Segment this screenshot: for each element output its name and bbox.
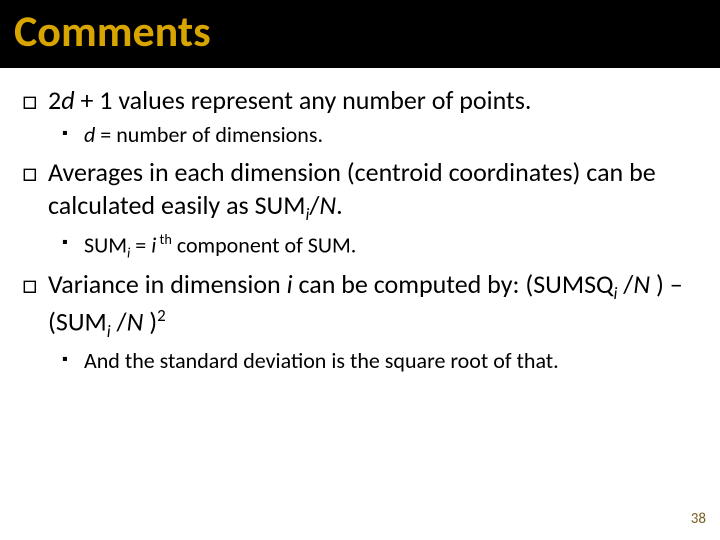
text-frag: ) — [143, 306, 157, 338]
text-frag: = number of dimensions. — [95, 121, 323, 148]
bullet-3: □ Variance in dimension i can be compute… — [22, 268, 698, 342]
square-bullet-icon: □ — [22, 156, 48, 226]
text-frag: / — [617, 268, 633, 300]
text-frag: + 1 values represent any number of point… — [75, 84, 532, 116]
slide-title: Comments — [14, 8, 706, 54]
bullet-1-text: 2d + 1 values represent any number of po… — [48, 84, 698, 117]
var-n: N — [127, 306, 144, 338]
text-frag: Variance in dimension — [48, 268, 287, 300]
square-bullet-icon: □ — [22, 84, 48, 117]
title-bar: Comments — [0, 0, 720, 68]
text-frag: . — [336, 189, 343, 221]
subbullet-3-text: And the standard deviation is the square… — [84, 347, 698, 376]
text-frag: SUM — [84, 231, 127, 258]
text-frag: / — [309, 189, 319, 221]
square-small-bullet-icon: ▪ — [62, 121, 84, 150]
slide: Comments □ 2d + 1 values represent any n… — [0, 0, 720, 540]
page-number: 38 — [691, 510, 706, 528]
var-n: N — [319, 189, 336, 221]
subbullet-3: ▪ And the standard deviation is the squa… — [62, 347, 698, 376]
text-frag: / — [111, 306, 127, 338]
superscript-th: th — [156, 230, 172, 248]
square-small-bullet-icon: ▪ — [62, 347, 84, 376]
text-frag: 2 — [48, 84, 61, 116]
subbullet-2-text: SUMi = i th component of SUM. — [84, 230, 698, 262]
bullet-3-text: Variance in dimension i can be computed … — [48, 268, 698, 342]
var-n: N — [633, 268, 650, 300]
text-frag: = — [130, 231, 151, 258]
text-frag: can be computed by: (SUMSQ — [293, 268, 614, 300]
subbullet-2: ▪ SUMi = i th component of SUM. — [62, 230, 698, 262]
var-d: d — [84, 121, 95, 148]
square-bullet-icon: □ — [22, 268, 48, 342]
bullet-2: □ Averages in each dimension (centroid c… — [22, 156, 698, 226]
subbullet-1-text: d = number of dimensions. — [84, 121, 698, 150]
var-d: d — [61, 84, 74, 116]
text-frag: component of SUM. — [172, 231, 357, 258]
bullet-2-text: Averages in each dimension (centroid coo… — [48, 156, 698, 226]
text-frag: Averages in each dimension (centroid coo… — [48, 156, 656, 221]
bullet-1: □ 2d + 1 values represent any number of … — [22, 84, 698, 117]
subbullet-1: ▪ d = number of dimensions. — [62, 121, 698, 150]
square-small-bullet-icon: ▪ — [62, 230, 84, 262]
slide-body: □ 2d + 1 values represent any number of … — [0, 68, 720, 375]
superscript-2: 2 — [157, 305, 166, 326]
